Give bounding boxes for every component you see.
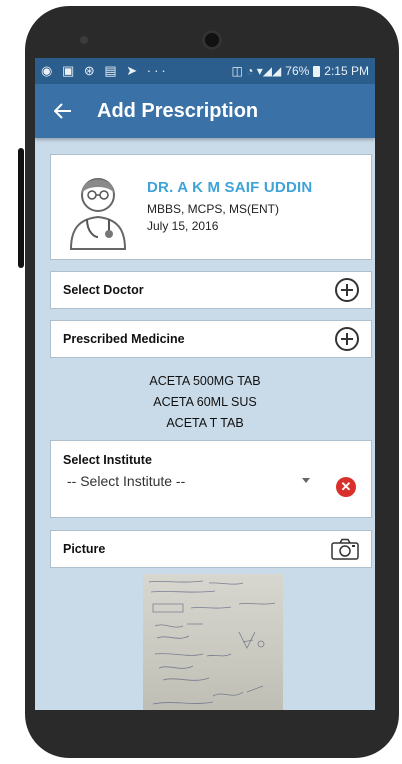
institute-dropdown[interactable]: -- Select Institute -- bbox=[63, 471, 318, 493]
back-button[interactable] bbox=[35, 84, 91, 138]
medicine-item: ACETA T TAB bbox=[166, 416, 244, 430]
institute-card: Select Institute -- Select Institute -- … bbox=[50, 440, 372, 518]
signal-icon: ◫ ◔ ▾◢◢ bbox=[231, 64, 282, 78]
medicine-item: ACETA 60ML SUS bbox=[153, 395, 257, 409]
battery-icon bbox=[313, 65, 321, 77]
battery-percent: 76% bbox=[285, 64, 310, 78]
screen: ◉ ▣ ⊛ ▤ ➤ ··· ◫ ◔ ▾◢◢ 76% 2:15 PM Add Pr… bbox=[35, 58, 375, 710]
arrow-left-icon bbox=[54, 103, 71, 119]
close-icon: ✕ bbox=[340, 479, 352, 494]
status-bar: ◉ ▣ ⊛ ▤ ➤ ··· ◫ ◔ ▾◢◢ 76% 2:15 PM bbox=[35, 58, 375, 84]
clear-institute-button[interactable]: ✕ bbox=[336, 477, 356, 497]
notification-icons: ◉ ▣ ⊛ ▤ ➤ ··· bbox=[41, 63, 169, 78]
prescribed-medicine-label: Prescribed Medicine bbox=[63, 332, 185, 346]
doctor-avatar-icon bbox=[69, 178, 127, 250]
prescription-photo bbox=[143, 574, 283, 710]
add-doctor-button[interactable] bbox=[335, 278, 359, 302]
app-bar: Add Prescription bbox=[35, 84, 375, 138]
select-doctor-row[interactable]: Select Doctor bbox=[50, 271, 372, 309]
institute-label: Select Institute bbox=[63, 453, 152, 467]
handwriting-scribbles bbox=[148, 580, 276, 705]
select-doctor-label: Select Doctor bbox=[63, 283, 144, 297]
institute-selected-value: -- Select Institute -- bbox=[67, 473, 186, 489]
status-right: ◫ ◔ ▾◢◢ 76% 2:15 PM bbox=[232, 64, 369, 78]
clock: 2:15 PM bbox=[324, 64, 369, 78]
phone-sensor bbox=[80, 36, 88, 44]
page-title: Add Prescription bbox=[97, 99, 259, 122]
doctor-name: DR. A K M SAIF UDDIN bbox=[147, 179, 313, 196]
medicine-list: ACETA 500MG TAB ACETA 60ML SUS ACETA T T… bbox=[35, 371, 375, 434]
prescribed-medicine-row[interactable]: Prescribed Medicine bbox=[50, 320, 372, 358]
add-medicine-button[interactable] bbox=[335, 327, 359, 351]
doctor-card: DR. A K M SAIF UDDIN MBBS, MCPS, MS(ENT)… bbox=[50, 154, 372, 260]
doctor-degrees: MBBS, MCPS, MS(ENT) bbox=[147, 202, 280, 216]
medicine-item: ACETA 500MG TAB bbox=[149, 374, 261, 388]
picture-label: Picture bbox=[63, 542, 106, 556]
phone-side-button bbox=[18, 148, 24, 268]
phone-earpiece bbox=[202, 30, 222, 50]
picture-row[interactable]: Picture bbox=[50, 530, 372, 568]
prescription-date: July 15, 2016 bbox=[147, 219, 219, 233]
camera-icon[interactable] bbox=[331, 538, 359, 560]
dropdown-caret-icon bbox=[302, 478, 310, 483]
